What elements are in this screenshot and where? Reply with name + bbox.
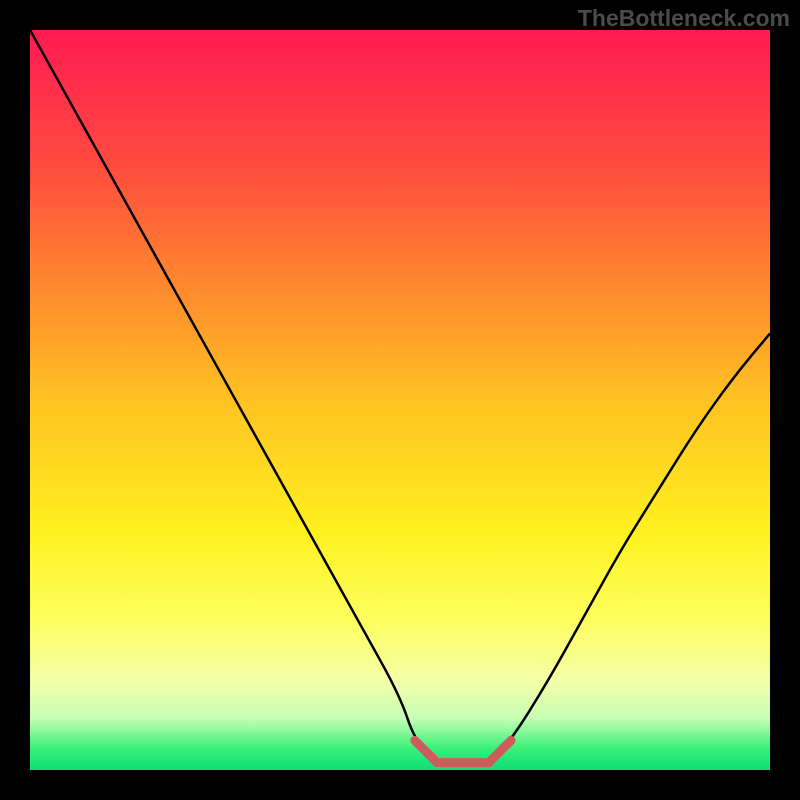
watermark-text: TheBottleneck.com bbox=[578, 5, 790, 32]
optimal-band-path bbox=[415, 740, 511, 762]
chart-plot-area bbox=[30, 30, 770, 770]
bottleneck-curve-path bbox=[30, 30, 770, 763]
bottleneck-curve-svg bbox=[30, 30, 770, 770]
